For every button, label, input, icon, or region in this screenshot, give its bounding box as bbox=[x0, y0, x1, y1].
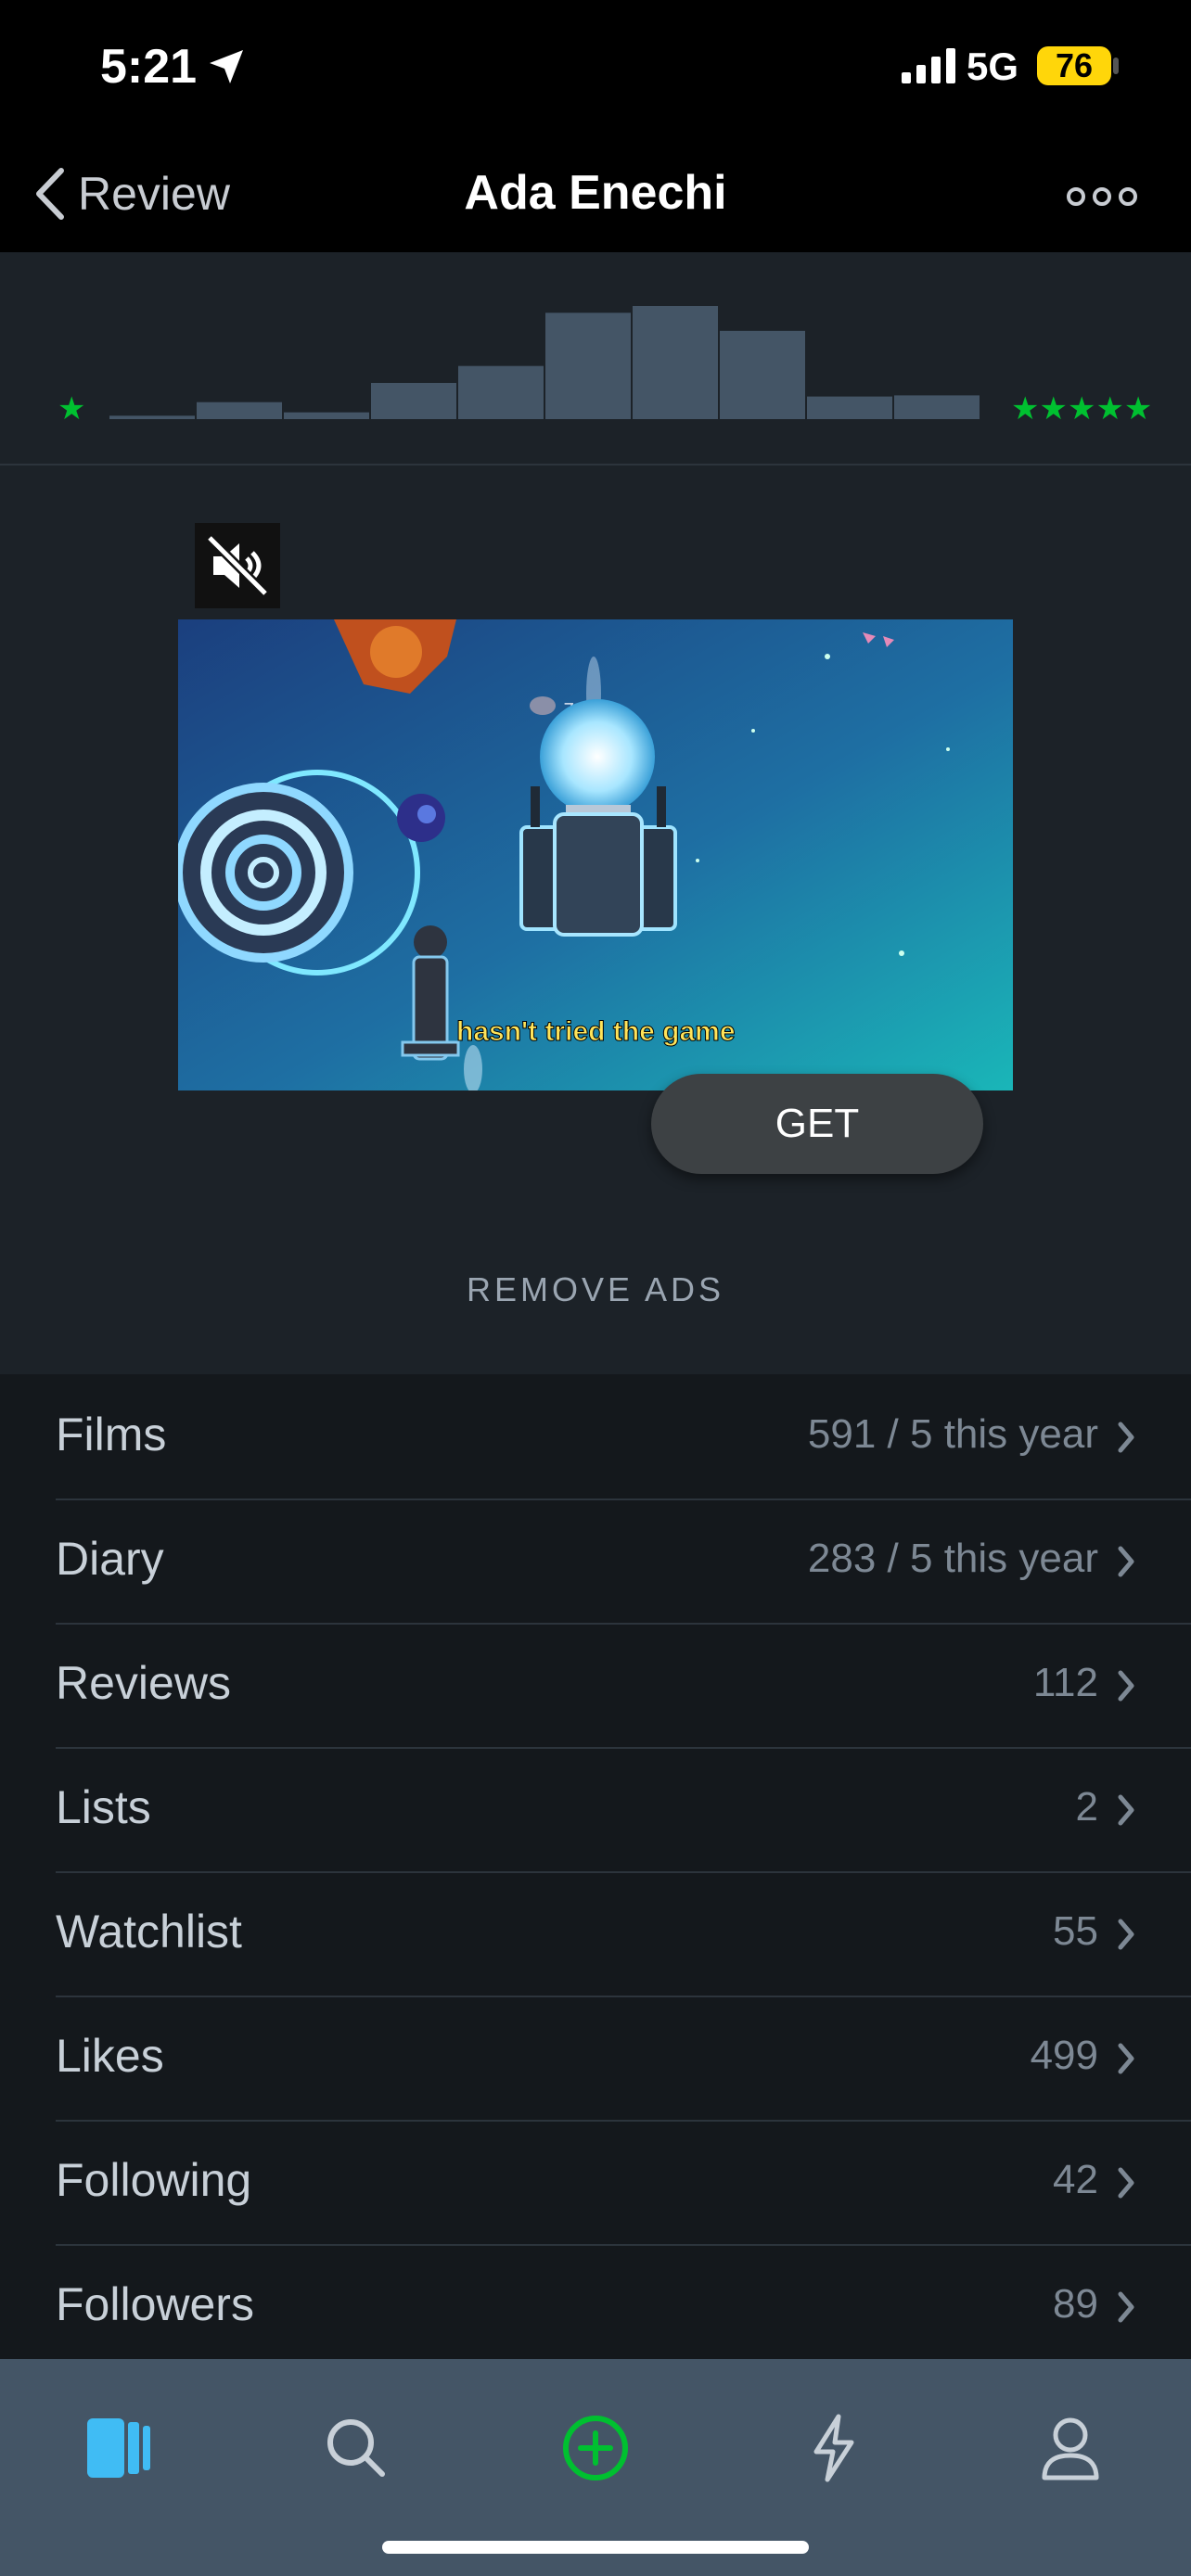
network-type: 5G bbox=[967, 45, 1019, 88]
histogram-bar bbox=[109, 415, 195, 419]
menu-item-label: Watchlist bbox=[56, 1906, 242, 1958]
histogram-bar bbox=[894, 395, 980, 419]
tab-add[interactable] bbox=[540, 2392, 651, 2504]
activity-icon bbox=[813, 2414, 854, 2482]
chevron-right-icon bbox=[1118, 2167, 1134, 2199]
ad-container: 7 hasn't tried the game GET REMOVE ADS bbox=[0, 465, 1191, 1374]
chevron-right-icon bbox=[1118, 1919, 1134, 1950]
get-button[interactable]: GET bbox=[651, 1074, 983, 1174]
ad-caption: hasn't tried the game bbox=[456, 1016, 736, 1048]
back-button[interactable]: Review bbox=[33, 161, 230, 226]
menu-item-following[interactable]: Following 42 bbox=[56, 2120, 1191, 2244]
profile-menu: Films 591 / 5 this year Diary 283 / 5 th… bbox=[0, 1376, 1191, 2368]
menu-item-label: Diary bbox=[56, 1533, 164, 1585]
location-arrow-icon bbox=[210, 50, 243, 83]
menu-item-count: 591 / 5 this year bbox=[807, 1411, 1098, 1457]
menu-item-count: 89 bbox=[1053, 2281, 1098, 2327]
chevron-right-icon bbox=[1118, 2291, 1134, 2323]
more-options-icon[interactable] bbox=[1065, 178, 1139, 215]
menu-item-label: Lists bbox=[56, 1781, 151, 1833]
menu-item-label: Likes bbox=[56, 2030, 164, 2082]
battery-tip bbox=[1113, 57, 1119, 74]
menu-item-count: 55 bbox=[1053, 1908, 1098, 1954]
navigation-bar: Ada Enechi Review bbox=[0, 139, 1191, 252]
speaker-muted-icon bbox=[206, 534, 269, 597]
menu-item-lists[interactable]: Lists 2 bbox=[56, 1747, 1191, 1871]
menu-item-count: 499 bbox=[1030, 2033, 1098, 2078]
menu-item-label: Reviews bbox=[56, 1657, 231, 1709]
ad-video[interactable]: 7 hasn't tried the game bbox=[178, 619, 1013, 1090]
histogram-bar bbox=[633, 306, 718, 419]
menu-item-count: 283 / 5 this year bbox=[807, 1536, 1098, 1581]
histogram-bar bbox=[545, 312, 631, 419]
ratings-histogram[interactable]: ★ ★★★★★ bbox=[0, 252, 1191, 465]
menu-item-watchlist[interactable]: Watchlist 55 bbox=[56, 1871, 1191, 1996]
tab-activity[interactable] bbox=[777, 2392, 889, 2504]
search-icon bbox=[327, 2419, 385, 2477]
mute-button[interactable] bbox=[195, 523, 280, 608]
tab-profile[interactable] bbox=[1015, 2392, 1126, 2504]
battery-indicator: 76 bbox=[1037, 46, 1111, 85]
home-indicator bbox=[382, 2541, 809, 2554]
min-rating-star: ★ bbox=[58, 390, 85, 427]
films-icon bbox=[87, 2418, 150, 2478]
menu-item-reviews[interactable]: Reviews 112 bbox=[56, 1623, 1191, 1747]
menu-item-label: Followers bbox=[56, 2278, 254, 2330]
menu-item-count: 2 bbox=[1075, 1784, 1098, 1830]
add-icon bbox=[563, 2416, 628, 2480]
chevron-right-icon bbox=[1118, 2043, 1134, 2074]
tab-search[interactable] bbox=[301, 2392, 412, 2504]
chevron-right-icon bbox=[1118, 1546, 1134, 1577]
histogram-bar bbox=[720, 330, 805, 419]
menu-item-likes[interactable]: Likes 499 bbox=[56, 1996, 1191, 2120]
cellular-signal-icon bbox=[902, 48, 955, 83]
chevron-right-icon bbox=[1118, 1422, 1134, 1453]
remove-ads-link[interactable]: REMOVE ADS bbox=[0, 1270, 1191, 1309]
chevron-right-icon bbox=[1118, 1670, 1134, 1702]
histogram-bar bbox=[807, 396, 892, 419]
menu-item-followers[interactable]: Followers 89 bbox=[56, 2244, 1191, 2368]
back-button-label: Review bbox=[78, 168, 230, 220]
chevron-right-icon bbox=[1118, 1794, 1134, 1826]
menu-item-diary[interactable]: Diary 283 / 5 this year bbox=[56, 1498, 1191, 1623]
tab-films[interactable] bbox=[63, 2392, 174, 2504]
status-time: 5:21 bbox=[100, 40, 198, 94]
menu-item-films[interactable]: Films 591 / 5 this year bbox=[56, 1376, 1191, 1498]
menu-item-count: 42 bbox=[1053, 2157, 1098, 2202]
histogram-bar bbox=[458, 365, 544, 419]
ratings-histogram-chart: ★ ★★★★★ bbox=[58, 306, 1152, 427]
menu-item-count: 112 bbox=[1032, 1660, 1098, 1705]
chevron-left-icon bbox=[36, 168, 64, 220]
menu-item-label: Films bbox=[56, 1409, 167, 1460]
histogram-bar bbox=[284, 412, 369, 419]
histogram-bar bbox=[197, 402, 282, 419]
max-rating-stars: ★★★★★ bbox=[1011, 390, 1152, 427]
histogram-bar bbox=[371, 382, 456, 419]
profile-icon bbox=[1042, 2417, 1099, 2480]
status-bar: 5:21 5G 76 bbox=[0, 0, 1191, 139]
menu-item-label: Following bbox=[56, 2154, 252, 2206]
